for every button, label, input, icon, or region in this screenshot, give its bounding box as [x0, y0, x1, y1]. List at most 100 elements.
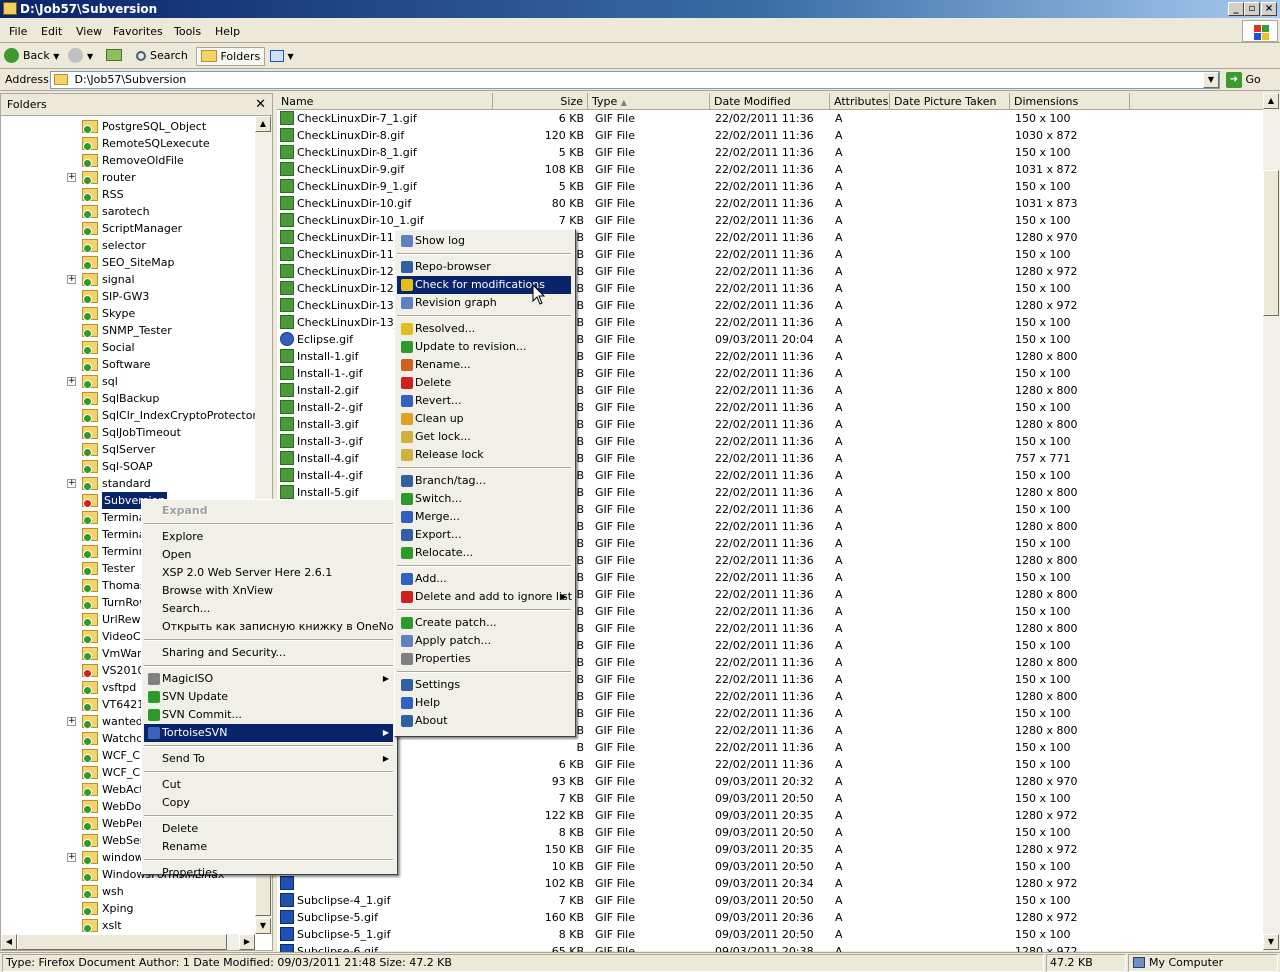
- file-row[interactable]: CheckLinuxDir-8_1.gif 5 KB GIF File 22/02/2…: [277, 144, 1267, 161]
- file-row[interactable]: B GIF File 22/02/2011 11:36 A 150 x 100: [277, 739, 1267, 756]
- maximize-button[interactable]: ▫: [1244, 2, 1260, 16]
- menu-item-relocate[interactable]: Relocate...: [397, 544, 571, 562]
- up-folder-button[interactable]: [106, 47, 122, 66]
- views-button[interactable]: ▼: [270, 47, 294, 66]
- menu-item-create-patch[interactable]: Create patch...: [397, 614, 571, 632]
- file-row[interactable]: CheckLinuxDir-10_1.gif 7 KB GIF File 22/02/…: [277, 212, 1267, 229]
- expand-icon[interactable]: +: [67, 853, 76, 862]
- close-button[interactable]: ×: [1261, 2, 1277, 16]
- scroll-thumb[interactable]: [1263, 170, 1279, 316]
- scroll-left-icon[interactable]: ◀: [1, 934, 17, 950]
- menu-item-merge[interactable]: Merge...: [397, 508, 571, 526]
- menu-item-sharing-and-security[interactable]: Sharing and Security...: [144, 644, 393, 662]
- column-dimensions[interactable]: Dimensions: [1010, 93, 1130, 110]
- expand-icon[interactable]: +: [67, 173, 76, 182]
- menu-edit[interactable]: Edit: [41, 25, 62, 38]
- column-date-picture-taken[interactable]: Date Picture Taken: [890, 93, 1010, 110]
- scroll-up-icon[interactable]: ▲: [1263, 93, 1279, 109]
- file-row[interactable]: CheckLinuxDir-7_1.gif 6 KB GIF File 22/02/2…: [277, 110, 1267, 127]
- expand-icon[interactable]: +: [67, 377, 76, 386]
- menu-item-branch-tag[interactable]: Branch/tag...: [397, 472, 571, 490]
- file-row[interactable]: CheckLinuxDir-9_1.gif 5 KB GIF File 22/02/2…: [277, 178, 1267, 195]
- menu-item-show-log[interactable]: Show log: [397, 232, 571, 250]
- folder-tree-hscroll[interactable]: ◀ ▶: [1, 934, 255, 950]
- menu-item-release-lock[interactable]: Release lock: [397, 446, 571, 464]
- folders-button[interactable]: Folders: [196, 47, 266, 66]
- file-row[interactable]: CheckLinuxDir-9.gif 108 KB GIF File 22/02/2…: [277, 161, 1267, 178]
- menu-item-help[interactable]: Help: [397, 694, 571, 712]
- menu-item-resolved[interactable]: Resolved...: [397, 320, 571, 338]
- menu-view[interactable]: View: [76, 25, 102, 38]
- menu-item-browse-with-xnview[interactable]: Browse with XnView: [144, 582, 393, 600]
- file-row[interactable]: CheckLinuxDir-10.gif 80 KB GIF File 22/02/2…: [277, 195, 1267, 212]
- menu-item-apply-patch[interactable]: Apply patch...: [397, 632, 571, 650]
- menu-item-copy[interactable]: Copy: [144, 794, 393, 812]
- file-row[interactable]: 122 KB GIF File 09/03/2011 20:35 A 1280 x 97…: [277, 807, 1267, 824]
- menu-item-update-to-revision[interactable]: Update to revision...: [397, 338, 571, 356]
- close-pane-icon[interactable]: ✕: [255, 94, 266, 116]
- file-row[interactable]: 10 KB GIF File 09/03/2011 20:50 A 150 x 100: [277, 858, 1267, 875]
- menu-item-rename[interactable]: Rename...: [397, 356, 571, 374]
- menu-item-get-lock[interactable]: Get lock...: [397, 428, 571, 446]
- menu-item-delete[interactable]: Delete: [397, 374, 571, 392]
- column-type[interactable]: Type ▲: [588, 93, 710, 110]
- menu-item-properties[interactable]: Properties: [397, 650, 571, 668]
- address-dropdown-button[interactable]: ▼: [1203, 72, 1219, 88]
- search-button[interactable]: Search: [136, 47, 188, 66]
- menu-item-open[interactable]: Open: [144, 546, 393, 564]
- menu-item-delete-and-add-to-ignore-list[interactable]: Delete and add to ignore list ▶: [397, 588, 572, 606]
- menu-item-cut[interactable]: Cut: [144, 776, 393, 794]
- file-row[interactable]: 93 KB GIF File 09/03/2011 20:32 A 1280 x 970: [277, 773, 1267, 790]
- file-row[interactable]: Subclipse-4_1.gif 7 KB GIF File 09/03/2011 …: [277, 892, 1267, 909]
- menu-item-svn-update[interactable]: SVN Update: [144, 688, 393, 706]
- file-row[interactable]: 6 KB GIF File 22/02/2011 11:36 A 150 x 100: [277, 756, 1267, 773]
- minimize-button[interactable]: _: [1228, 2, 1244, 16]
- file-row[interactable]: 7 KB GIF File 09/03/2011 20:50 A 150 x 100: [277, 790, 1267, 807]
- file-row[interactable]: CheckLinuxDir-8.gif 120 KB GIF File 22/02/2…: [277, 127, 1267, 144]
- scroll-up-icon[interactable]: ▲: [255, 116, 271, 132]
- scroll-down-icon[interactable]: ▼: [255, 918, 271, 934]
- scroll-thumb[interactable]: [255, 876, 271, 916]
- menu-item-repo-browser[interactable]: Repo-browser: [397, 258, 571, 276]
- forward-button[interactable]: ▼: [68, 47, 93, 66]
- menu-item-clean-up[interactable]: Clean up: [397, 410, 571, 428]
- expand-icon[interactable]: +: [67, 479, 76, 488]
- menu-item-xsp-2-0-web-server-here-2-6-1[interactable]: XSP 2.0 Web Server Here 2.6.1: [144, 564, 393, 582]
- back-button[interactable]: Back ▼: [4, 47, 59, 66]
- title-bar[interactable]: D:\Job57\Subversion _ ▫ ×: [0, 0, 1280, 18]
- menu-favorites[interactable]: Favorites: [113, 25, 163, 38]
- go-button[interactable]: ➜ Go: [1226, 71, 1261, 89]
- menu-item-delete[interactable]: Delete: [144, 820, 393, 838]
- menu-help[interactable]: Help: [215, 25, 240, 38]
- address-input[interactable]: D:\Job57\Subversion ▼: [50, 71, 1220, 89]
- expand-icon[interactable]: +: [67, 717, 76, 726]
- column-attributes[interactable]: Attributes: [830, 93, 890, 110]
- scroll-right-icon[interactable]: ▶: [239, 934, 255, 950]
- expand-icon[interactable]: +: [67, 275, 76, 284]
- menu-item-explore[interactable]: Explore: [144, 528, 393, 546]
- menu-item-открыть-как-записную-книжку-в-onenote[interactable]: Открыть как записную книжку в OneNote: [144, 618, 405, 636]
- menu-item-search[interactable]: Search...: [144, 600, 393, 618]
- menu-tools[interactable]: Tools: [174, 25, 201, 38]
- file-row[interactable]: Subclipse-5_1.gif 8 KB GIF File 09/03/2011 …: [277, 926, 1267, 943]
- file-list-vscroll[interactable]: ▲ ▼: [1263, 93, 1280, 951]
- hscroll-thumb[interactable]: [17, 934, 227, 950]
- menu-item-tortoisesvn[interactable]: TortoiseSVN ▶: [144, 724, 393, 742]
- menu-item-revert[interactable]: Revert...: [397, 392, 571, 410]
- file-row[interactable]: 102 KB GIF File 09/03/2011 20:34 A 1280 x 97…: [277, 875, 1267, 892]
- scroll-down-icon[interactable]: ▼: [1263, 934, 1279, 950]
- column-date-modified[interactable]: Date Modified: [710, 93, 830, 110]
- file-row[interactable]: Subclipse-5.gif 160 KB GIF File 09/03/2011 …: [277, 909, 1267, 926]
- menu-item-switch[interactable]: Switch...: [397, 490, 571, 508]
- menu-item-svn-commit[interactable]: SVN Commit...: [144, 706, 393, 724]
- column-size[interactable]: Size: [493, 93, 588, 110]
- menu-item-add[interactable]: Add...: [397, 570, 571, 588]
- menu-item-settings[interactable]: Settings: [397, 676, 571, 694]
- menu-item-export[interactable]: Export...: [397, 526, 571, 544]
- menu-item-properties[interactable]: Properties: [144, 864, 393, 882]
- menu-item-send-to[interactable]: Send To ▶: [144, 750, 393, 768]
- menu-item-about[interactable]: About: [397, 712, 571, 730]
- menu-file[interactable]: File: [9, 25, 27, 38]
- column-name[interactable]: Name: [277, 93, 493, 110]
- menu-item-rename[interactable]: Rename: [144, 838, 393, 856]
